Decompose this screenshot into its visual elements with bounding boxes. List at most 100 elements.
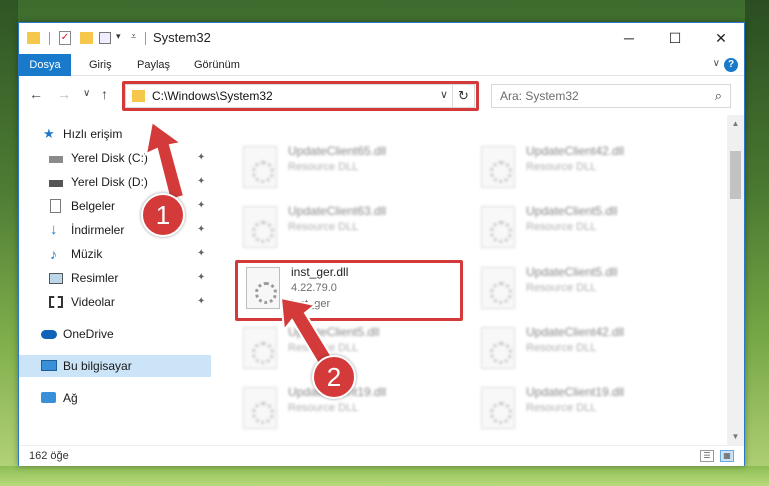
file-name: UpdateClient65.dll <box>288 144 387 158</box>
drive-icon <box>49 180 63 187</box>
customize-toolbar-icon[interactable]: ⩡ <box>131 31 136 42</box>
up-button[interactable]: ↑ <box>101 86 108 102</box>
close-button[interactable]: ✕ <box>698 23 744 53</box>
cloud-icon <box>41 330 57 339</box>
sidebar-item-label: Belgeler <box>71 199 116 213</box>
sidebar-item-label: OneDrive <box>63 327 114 341</box>
desktop-background-left <box>0 0 18 486</box>
sidebar-item-local-disk-d[interactable]: Yerel Disk (D:) ✦ <box>19 171 211 193</box>
file-list: UpdateClient65.dll Resource DLL UpdateCl… <box>211 115 727 445</box>
sidebar-item-label: Müzik <box>71 247 103 261</box>
file-item[interactable]: UpdateClient5.dll Resource DLL <box>473 261 698 319</box>
tab-share[interactable]: Paylaş <box>137 54 170 76</box>
dll-file-icon <box>243 327 277 369</box>
sidebar-item-label: Ağ <box>63 391 78 405</box>
desktop-background-right <box>745 0 769 486</box>
sidebar-item-label: İndirmeler <box>71 223 125 237</box>
file-description: Resource DLL <box>526 342 597 354</box>
navigation-pane: ★ Hızlı erişim Yerel Disk (C:) ✦ Yerel D… <box>19 115 211 445</box>
scroll-thumb[interactable] <box>730 151 741 199</box>
pin-icon[interactable]: ✦ <box>197 219 205 241</box>
tab-file[interactable]: Dosya <box>19 54 71 76</box>
file-description: Resource DLL <box>288 402 359 414</box>
sidebar-item-network[interactable]: Ağ <box>19 387 211 409</box>
sidebar-item-label: Videolar <box>71 295 115 309</box>
help-icon[interactable]: ? <box>724 58 738 72</box>
status-bar: 162 öğe ☰ ▦ <box>19 445 744 466</box>
videos-icon <box>49 296 63 308</box>
desktop-background-bottom <box>0 466 769 486</box>
tab-home[interactable]: Giriş <box>89 54 112 76</box>
details-icon[interactable] <box>99 32 111 44</box>
dll-file-icon <box>481 146 515 188</box>
sidebar-item-onedrive[interactable]: OneDrive <box>19 323 211 345</box>
pin-icon[interactable]: ✦ <box>197 147 205 169</box>
toolbar-separator <box>145 32 146 45</box>
maximize-button[interactable]: ☐ <box>652 23 698 53</box>
file-name: UpdateClient19.dll <box>526 385 625 399</box>
dll-file-icon <box>481 327 515 369</box>
details-view-icon[interactable]: ☰ <box>700 450 714 462</box>
step-badge-1: 1 <box>141 193 185 237</box>
minimize-button[interactable]: ─ <box>606 23 652 53</box>
search-icon[interactable]: ⌕ <box>715 88 722 104</box>
ribbon-expand-icon[interactable]: ∨ <box>713 58 720 69</box>
forward-button[interactable]: → <box>57 86 71 102</box>
documents-icon <box>50 199 61 213</box>
network-icon <box>41 392 56 403</box>
search-input[interactable]: Ara: System32 ⌕ <box>491 84 731 108</box>
sidebar-item-quick-access[interactable]: ★ Hızlı erişim <box>19 123 211 145</box>
folder-icon[interactable] <box>27 32 40 44</box>
sidebar-item-label: Hızlı erişim <box>63 127 123 141</box>
back-button[interactable]: ← <box>29 86 43 102</box>
toolbar-separator <box>49 32 50 45</box>
new-folder-icon[interactable] <box>80 32 93 44</box>
pin-icon[interactable]: ✦ <box>197 291 205 313</box>
file-item[interactable]: UpdateClient5.dll Resource DLL <box>473 200 698 258</box>
drive-icon <box>49 156 63 163</box>
tiles-view-icon[interactable]: ▦ <box>720 450 734 462</box>
dll-file-icon <box>243 387 277 429</box>
sidebar-item-label: Yerel Disk (D:) <box>71 175 148 189</box>
file-item[interactable]: UpdateClient65.dll Resource DLL <box>235 140 460 198</box>
address-highlight-box <box>122 81 479 111</box>
dll-file-icon <box>481 206 515 248</box>
pictures-icon <box>49 273 63 284</box>
recent-locations-button[interactable]: ∨ <box>83 88 90 99</box>
scroll-down-icon[interactable]: ▼ <box>727 428 744 445</box>
tab-view[interactable]: Görünüm <box>194 54 240 76</box>
pin-icon[interactable]: ✦ <box>197 243 205 265</box>
file-item[interactable]: UpdateClient42.dll Resource DLL <box>473 321 698 379</box>
sidebar-item-label: Bu bilgisayar <box>63 359 132 373</box>
music-icon: ♪ <box>50 246 57 262</box>
file-name: UpdateClient42.dll <box>526 325 625 339</box>
dll-file-icon <box>243 146 277 188</box>
sidebar-item-this-pc[interactable]: Bu bilgisayar <box>19 355 211 377</box>
file-item[interactable]: UpdateClient42.dll Resource DLL <box>473 140 698 198</box>
item-count: 162 öğe <box>29 450 69 462</box>
pin-icon[interactable]: ✦ <box>197 171 205 193</box>
explorer-window: ✓ ▾ ⩡ System32 ─ ☐ ✕ Dosya Giriş Paylaş … <box>18 22 745 466</box>
step-badge-2: 2 <box>312 355 356 399</box>
vertical-scrollbar[interactable]: ▲ ▼ <box>727 115 744 445</box>
sidebar-item-music[interactable]: ♪ Müzik ✦ <box>19 243 211 265</box>
file-description: Resource DLL <box>526 161 597 173</box>
file-name: UpdateClient5.dll <box>288 325 380 339</box>
sidebar-item-local-disk-c[interactable]: Yerel Disk (C:) ✦ <box>19 147 211 169</box>
file-item[interactable]: UpdateClient19.dll Resource DLL <box>473 381 698 439</box>
sidebar-item-videos[interactable]: Videolar ✦ <box>19 291 211 313</box>
file-description: Resource DLL <box>288 221 359 233</box>
scroll-up-icon[interactable]: ▲ <box>727 115 744 132</box>
search-placeholder: Ara: System32 <box>500 89 579 103</box>
sidebar-item-label: Yerel Disk (C:) <box>71 151 148 165</box>
pin-icon[interactable]: ✦ <box>197 195 205 217</box>
file-item[interactable]: UpdateClient63.dll Resource DLL <box>235 200 460 258</box>
pin-icon[interactable]: ✦ <box>197 267 205 289</box>
properties-check-icon[interactable]: ✓ <box>59 31 71 45</box>
file-name: UpdateClient5.dll <box>526 204 618 218</box>
chevron-down-icon[interactable]: ▾ <box>116 31 121 42</box>
file-highlight-box <box>235 260 463 321</box>
sidebar-item-pictures[interactable]: Resimler ✦ <box>19 267 211 289</box>
file-name: UpdateClient5.dll <box>526 265 618 279</box>
window-title: System32 <box>153 30 211 45</box>
